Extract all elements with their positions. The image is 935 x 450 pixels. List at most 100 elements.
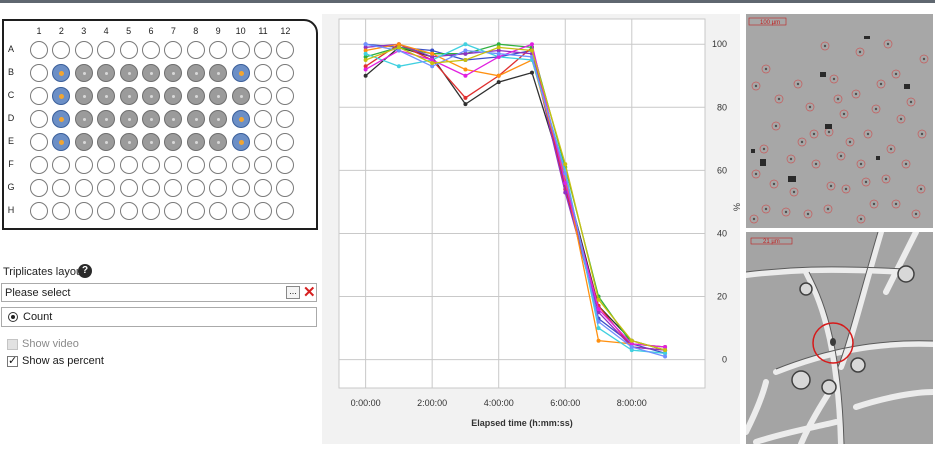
data-point[interactable] xyxy=(529,48,534,53)
help-icon[interactable]: ? xyxy=(78,264,92,278)
data-point[interactable] xyxy=(629,345,634,349)
microscopy-image-bottom[interactable]: 21 µm xyxy=(746,232,933,444)
data-point[interactable] xyxy=(396,45,401,50)
well-H11[interactable] xyxy=(254,202,272,220)
well-A8[interactable] xyxy=(186,41,205,59)
well-A3[interactable] xyxy=(74,41,93,59)
browse-button[interactable]: ... xyxy=(286,286,300,299)
well-B6[interactable] xyxy=(142,64,160,82)
well-D11[interactable] xyxy=(254,110,272,128)
data-point[interactable] xyxy=(463,67,468,72)
well-C8[interactable] xyxy=(186,87,205,105)
microscopy-image-top[interactable]: 100 µm xyxy=(746,14,933,228)
data-point[interactable] xyxy=(596,338,601,343)
well-C11[interactable] xyxy=(254,87,272,105)
well-H6[interactable] xyxy=(142,202,160,220)
well-E1[interactable] xyxy=(30,133,48,151)
well-H3[interactable] xyxy=(74,202,93,220)
data-point[interactable] xyxy=(496,73,501,78)
data-point[interactable] xyxy=(463,102,468,107)
well-C10[interactable] xyxy=(231,87,250,105)
data-point[interactable] xyxy=(363,58,368,62)
well-A1[interactable] xyxy=(30,41,48,59)
well-B11[interactable] xyxy=(254,64,272,82)
data-point[interactable] xyxy=(463,95,468,100)
well-G3[interactable] xyxy=(74,179,93,197)
well-B10[interactable] xyxy=(231,64,250,82)
well-E3[interactable] xyxy=(74,133,93,151)
data-point[interactable] xyxy=(396,64,401,69)
data-point[interactable] xyxy=(463,48,468,53)
well-F1[interactable] xyxy=(30,156,48,174)
well-C5[interactable] xyxy=(119,87,138,105)
well-E5[interactable] xyxy=(119,133,138,151)
show-video-checkbox[interactable] xyxy=(7,339,18,350)
data-point[interactable] xyxy=(496,80,501,85)
well-F5[interactable] xyxy=(119,156,138,174)
well-E10[interactable] xyxy=(231,133,250,151)
well-B5[interactable] xyxy=(119,64,138,82)
well-H1[interactable] xyxy=(30,202,48,220)
well-E8[interactable] xyxy=(186,133,205,151)
well-G1[interactable] xyxy=(30,179,48,197)
data-point[interactable] xyxy=(363,73,368,78)
well-F8[interactable] xyxy=(186,156,205,174)
well-F3[interactable] xyxy=(74,156,93,174)
line-chart[interactable]: 0 20 40 60 80 100 0:00:00 2:00:00 4:00:00 6:00:00… xyxy=(322,14,740,444)
well-G5[interactable] xyxy=(119,179,138,197)
well-E11[interactable] xyxy=(254,133,272,151)
well-G10[interactable] xyxy=(231,179,250,197)
data-point[interactable] xyxy=(463,58,468,62)
well-B8[interactable] xyxy=(186,64,205,82)
well-F11[interactable] xyxy=(254,156,272,174)
data-point[interactable] xyxy=(529,70,534,75)
well-H8[interactable] xyxy=(186,202,205,220)
data-point[interactable] xyxy=(563,190,568,195)
well-B3[interactable] xyxy=(74,64,93,82)
data-point[interactable] xyxy=(430,61,435,66)
well-D10[interactable] xyxy=(231,110,250,128)
well-D5[interactable] xyxy=(119,110,138,128)
well-H5[interactable] xyxy=(119,202,138,220)
data-point[interactable] xyxy=(596,326,601,331)
well-A10[interactable] xyxy=(231,41,250,59)
well-G6[interactable] xyxy=(142,179,160,197)
well-C1[interactable] xyxy=(30,87,48,105)
count-option[interactable]: Count xyxy=(1,307,317,327)
data-point[interactable] xyxy=(496,51,501,56)
well-C6[interactable] xyxy=(142,87,160,105)
data-point[interactable] xyxy=(430,51,435,56)
well-C3[interactable] xyxy=(74,87,93,105)
data-point[interactable] xyxy=(629,338,634,343)
well-E6[interactable] xyxy=(142,133,160,151)
triplicates-layout-select[interactable]: Please select ... ✕ xyxy=(1,283,317,302)
data-point[interactable] xyxy=(563,162,568,167)
well-B1[interactable] xyxy=(30,64,48,82)
data-point[interactable] xyxy=(463,73,468,78)
show-as-percent-checkbox[interactable] xyxy=(7,354,18,367)
data-point[interactable] xyxy=(596,297,601,302)
well-D1[interactable] xyxy=(30,110,48,128)
well-F10[interactable] xyxy=(231,156,250,174)
well-D8[interactable] xyxy=(186,110,205,128)
well-D3[interactable] xyxy=(74,110,93,128)
well-F6[interactable] xyxy=(142,156,160,174)
data-point[interactable] xyxy=(663,354,668,359)
data-point[interactable] xyxy=(596,307,601,312)
clear-icon[interactable]: ✕ xyxy=(303,284,316,301)
data-point[interactable] xyxy=(529,42,534,47)
well-G11[interactable] xyxy=(254,179,272,197)
well-D6[interactable] xyxy=(142,110,160,128)
well-A5[interactable] xyxy=(119,41,138,59)
well-A6[interactable] xyxy=(142,41,160,59)
well-A11[interactable] xyxy=(254,41,272,59)
data-point[interactable] xyxy=(496,45,501,50)
data-point[interactable] xyxy=(596,319,601,324)
well-G8[interactable] xyxy=(186,179,205,197)
data-point[interactable] xyxy=(363,42,368,47)
data-point[interactable] xyxy=(363,67,368,72)
data-point[interactable] xyxy=(463,42,468,47)
data-point[interactable] xyxy=(663,348,668,353)
count-radio[interactable] xyxy=(8,312,18,322)
well-H10[interactable] xyxy=(231,202,250,220)
